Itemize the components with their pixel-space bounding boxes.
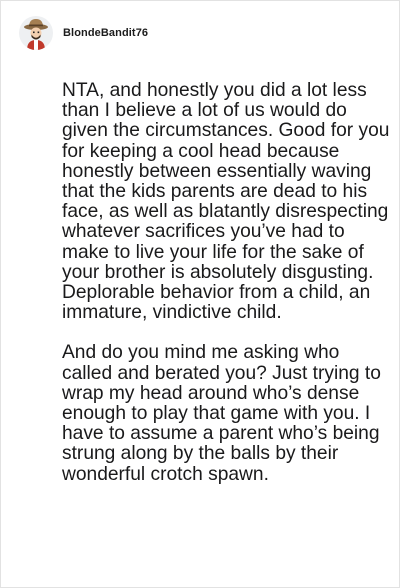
cowboy-hat-avatar-icon xyxy=(24,19,48,50)
comment-card: BlondeBandit76 NTA, and honestly you did… xyxy=(0,0,400,588)
comment-header: BlondeBandit76 xyxy=(19,15,148,51)
comment-paragraph: NTA, and honestly you did a lot less tha… xyxy=(62,80,390,324)
comment-body: NTA, and honestly you did a lot less tha… xyxy=(62,80,392,505)
username[interactable]: BlondeBandit76 xyxy=(63,27,148,39)
user-avatar[interactable] xyxy=(19,16,53,50)
comment-paragraph: And do you mind me asking who called and… xyxy=(62,342,381,485)
